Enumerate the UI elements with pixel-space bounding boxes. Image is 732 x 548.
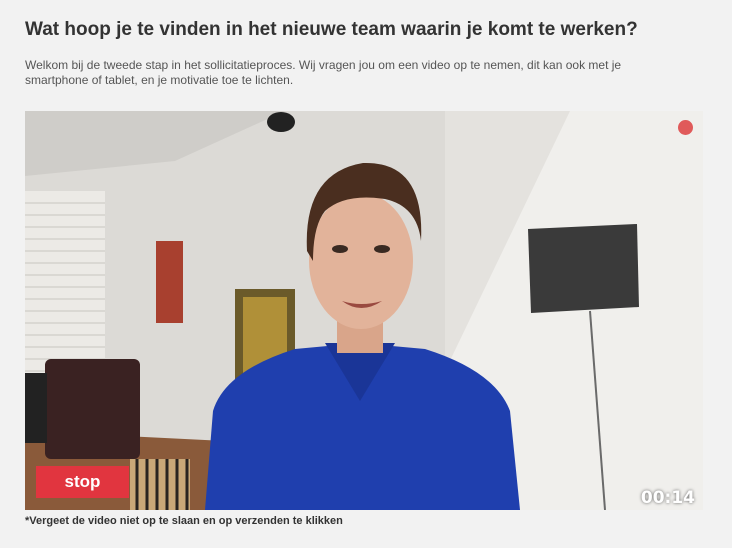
page-title: Wat hoop je te vinden in het nieuwe team… [25, 19, 638, 40]
video-preview: stop 00:14 [25, 111, 703, 510]
record-dot-icon [678, 120, 693, 135]
recording-timer: 00:14 [640, 488, 695, 508]
stop-button[interactable]: stop [36, 466, 129, 498]
camera-feed [25, 111, 703, 510]
save-reminder-note: *Vergeet de video niet op te slaan en op… [25, 515, 343, 527]
intro-text: Welkom bij de tweede stap in het sollici… [25, 58, 622, 87]
